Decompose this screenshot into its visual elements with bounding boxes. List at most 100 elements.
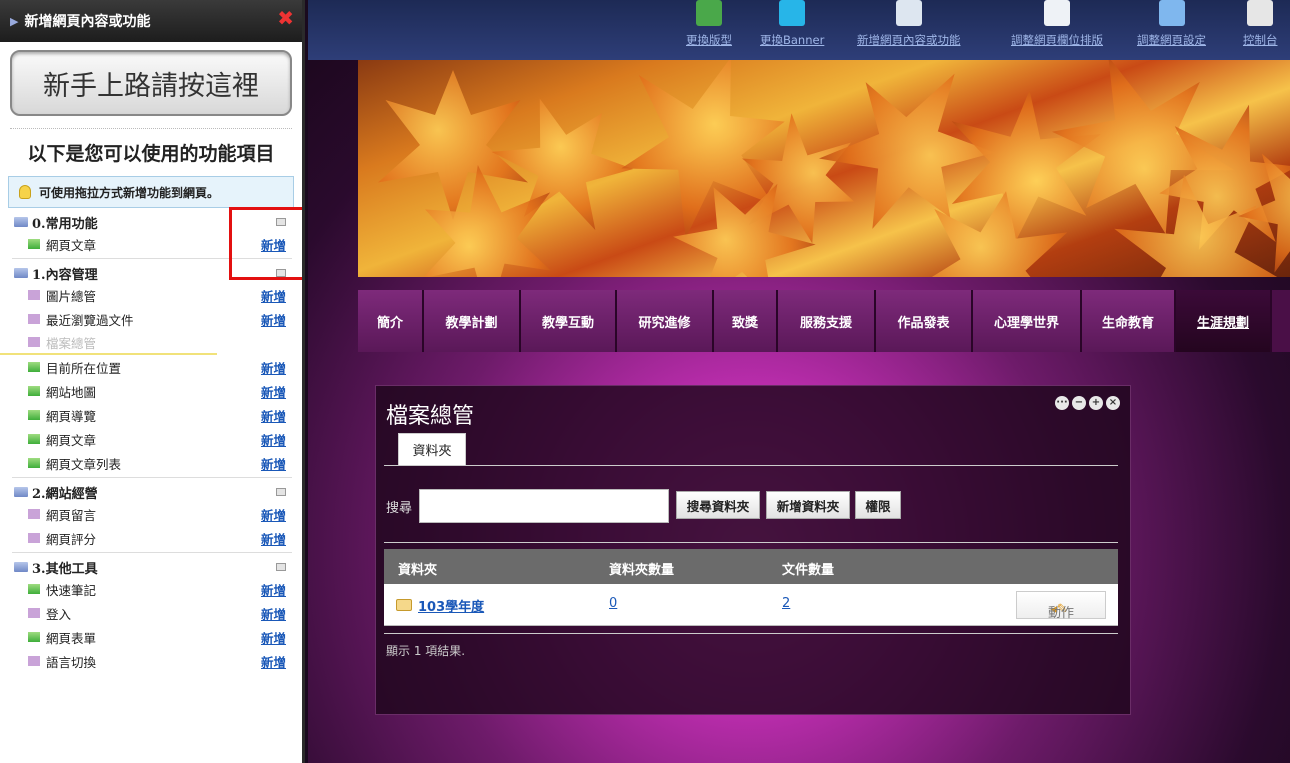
nav-tab[interactable]: 簡介 — [358, 290, 424, 352]
function-groups: 0.常用功能 網頁文章 新增 1.內容管理 圖片總管 新增 最近瀏覽過文件 新增 檔案總管 目前所… — [0, 212, 302, 673]
function-label: 檔案總管 — [46, 335, 97, 351]
admin-toolbar: 更換版型 更換Banner 新增網頁內容或功能 調整網頁欄位排版 調整網頁設定 控制台 — [308, 0, 1290, 60]
nav-tab[interactable]: 生涯規劃 — [1176, 290, 1272, 352]
module-icon — [28, 632, 40, 642]
nav-tab[interactable]: 服務支援 — [778, 290, 876, 352]
function-item[interactable]: 語言切換 新增 — [0, 649, 302, 673]
sidebar-header: ▶ 新增網頁內容或功能 ✖ — [0, 0, 302, 42]
toolbar-item[interactable]: 調整網頁欄位排版 — [1011, 0, 1103, 48]
divider — [12, 477, 292, 478]
function-item[interactable]: 網頁留言 新增 — [0, 502, 302, 526]
function-label: 快速筆記 — [46, 582, 97, 598]
new-folder-button[interactable]: 新增資料夾 — [766, 491, 850, 519]
nav-tab[interactable]: 生命教育 — [1082, 290, 1176, 352]
add-link[interactable]: 新增 — [261, 382, 286, 401]
module-icon — [28, 434, 40, 444]
function-item[interactable]: 登入 新增 — [0, 601, 302, 625]
available-functions-title: 以下是您可以使用的功能項目 — [27, 143, 275, 165]
toolbar-item[interactable]: 調整網頁設定 — [1137, 0, 1206, 48]
permissions-button[interactable]: 權限 — [855, 491, 901, 519]
folder-icon — [14, 217, 28, 227]
toolbar-item[interactable]: 新增網頁內容或功能 — [857, 0, 961, 48]
lightbulb-icon — [19, 185, 31, 199]
toolbar-item[interactable]: 控制台 — [1243, 0, 1278, 48]
folder-icon — [14, 487, 28, 497]
toolbar-item[interactable]: 更換Banner — [760, 0, 824, 48]
maximize-icon[interactable]: + — [1089, 396, 1103, 410]
nav-tab[interactable]: 教學計劃 — [424, 290, 521, 352]
function-item[interactable]: 圖片總管 新增 — [0, 283, 302, 307]
folder-icon — [14, 562, 28, 572]
function-label: 目前所在位置 — [46, 360, 122, 376]
module-icon — [28, 410, 40, 420]
folder-count-link[interactable]: 0 — [609, 596, 617, 611]
function-item[interactable]: 最近瀏覽過文件 新增 — [0, 307, 302, 331]
toolbar-label: 調整網頁設定 — [1137, 33, 1206, 47]
nav-tab[interactable]: 致獎 — [714, 290, 778, 352]
group-header[interactable]: 2.網站經營 — [0, 482, 302, 502]
add-link[interactable]: 新增 — [261, 358, 286, 377]
toolbar-label: 新增網頁內容或功能 — [857, 33, 961, 47]
panel-controls: ··· − + × — [1055, 396, 1120, 410]
module-icon — [28, 386, 40, 396]
group-header[interactable]: 3.其他工具 — [0, 557, 302, 577]
function-item[interactable]: 網站地圖 新增 — [0, 379, 302, 403]
add-link[interactable]: 新增 — [261, 505, 286, 524]
collapse-icon[interactable] — [276, 563, 286, 571]
add-link[interactable]: 新增 — [261, 430, 286, 449]
collapse-icon[interactable] — [276, 488, 286, 496]
divider — [384, 542, 1118, 543]
action-label: 動作 — [1047, 606, 1074, 621]
module-icon — [28, 362, 40, 372]
folder-link[interactable]: 103學年度 — [418, 600, 484, 615]
folder-icon — [396, 599, 412, 611]
tab-folders[interactable]: 資料夾 — [398, 433, 466, 465]
function-label: 網站地圖 — [46, 384, 97, 400]
action-button[interactable]: ◂✎ 動作 — [1016, 591, 1106, 621]
function-item[interactable]: 快速筆記 新增 — [0, 577, 302, 601]
function-item[interactable]: 網頁文章列表 新增 — [0, 451, 302, 475]
result-count: 顯示 1 項結果. — [386, 644, 466, 658]
add-link[interactable]: 新增 — [261, 286, 286, 305]
panel-title: 檔案總管 — [386, 404, 475, 429]
module-icon — [28, 239, 40, 249]
function-item[interactable]: 檔案總管 — [0, 331, 217, 355]
divider — [384, 633, 1118, 634]
tip-text: 可使用拖拉方式新增功能到網頁。 — [39, 185, 220, 200]
maple-leaf — [598, 60, 808, 250]
main-nav: 簡介 教學計劃 教學互動 研究進修 致獎 服務支援 作品發表 心理學世界 生命教育 生涯規劃 — [358, 290, 1290, 352]
add-link[interactable]: 新增 — [261, 529, 286, 548]
search-input[interactable] — [419, 489, 669, 523]
add-link[interactable]: 新增 — [261, 580, 286, 599]
function-item[interactable]: 目前所在位置 新增 — [0, 355, 302, 379]
function-item[interactable]: 網頁表單 新增 — [0, 625, 302, 649]
function-item[interactable]: 網頁評分 新增 — [0, 526, 302, 550]
nav-tab[interactable]: 作品發表 — [876, 290, 973, 352]
divider — [12, 552, 292, 553]
maple-leaf — [942, 84, 1105, 247]
function-item[interactable]: 網頁文章 新增 — [0, 427, 302, 451]
more-icon[interactable]: ··· — [1055, 396, 1069, 410]
add-content-sidebar: ▶ 新增網頁內容或功能 ✖ 新手上路請按這裡 以下是您可以使用的功能項目 可使用… — [0, 0, 305, 763]
nav-tab[interactable]: 心理學世界 — [973, 290, 1082, 352]
nav-tab[interactable]: 研究進修 — [617, 290, 714, 352]
function-item[interactable]: 網頁導覽 新增 — [0, 403, 302, 427]
add-link[interactable]: 新增 — [261, 604, 286, 623]
minimize-icon[interactable]: − — [1072, 396, 1086, 410]
search-folder-button[interactable]: 搜尋資料夾 — [676, 491, 760, 519]
newbie-guide-button[interactable]: 新手上路請按這裡 — [10, 50, 292, 116]
close-icon[interactable]: × — [1106, 396, 1120, 410]
toolbar-item[interactable]: 更換版型 — [686, 0, 732, 48]
nav-tab[interactable]: 教學互動 — [521, 290, 617, 352]
divider — [10, 128, 292, 129]
maple-leaf — [378, 70, 528, 220]
add-link[interactable]: 新增 — [261, 310, 286, 329]
add-link[interactable]: 新增 — [261, 454, 286, 473]
add-link[interactable]: 新增 — [261, 652, 286, 671]
add-link[interactable]: 新增 — [261, 406, 286, 425]
file-count-link[interactable]: 2 — [782, 596, 790, 611]
add-link[interactable]: 新增 — [261, 628, 286, 647]
folder-icon — [14, 268, 28, 278]
widget-icon — [28, 314, 40, 324]
close-icon[interactable]: ✖ — [277, 8, 294, 28]
